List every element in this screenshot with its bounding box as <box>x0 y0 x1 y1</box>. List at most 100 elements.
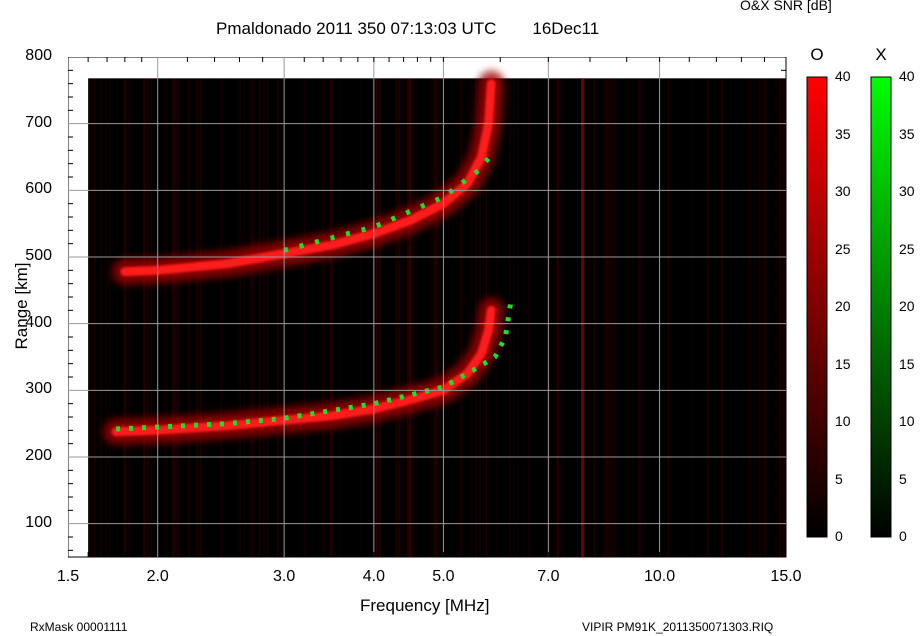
noise-streak <box>199 78 202 557</box>
plot-area <box>68 57 892 558</box>
noise-streak <box>318 78 320 557</box>
colorbar-o <box>806 76 828 538</box>
x-tick-label: 4.0 <box>362 568 385 585</box>
colorbar-tick-label: 20 <box>835 298 851 314</box>
noise-streak <box>243 78 245 557</box>
noise-streak <box>166 78 168 557</box>
colorbar-tick-label: 5 <box>835 470 843 487</box>
noise-streak <box>750 78 752 557</box>
noise-streak <box>721 78 724 557</box>
noise-streak <box>716 78 719 557</box>
x-tick-label: 2.0 <box>146 568 169 585</box>
noise-streak <box>409 78 411 557</box>
rx-mask-label: RxMask 00001111 <box>30 620 128 634</box>
colorbar-tick-label: 35 <box>835 125 851 142</box>
noise-streak <box>516 78 518 557</box>
noise-streak <box>183 78 185 557</box>
noise-streak <box>99 78 102 557</box>
noise-streak <box>428 78 431 557</box>
noise-streak <box>276 78 280 557</box>
colorbar-tick-label: 35 <box>899 125 915 142</box>
noise-streak <box>759 78 761 557</box>
noise-streak <box>286 78 289 557</box>
noise-streak <box>588 78 590 557</box>
x-tick-label: 3.0 <box>273 568 296 585</box>
noise-streak <box>204 78 208 557</box>
x-tick-label: 10.0 <box>643 568 676 585</box>
interference-line <box>581 78 585 557</box>
noise-streak <box>708 78 710 557</box>
noise-streak <box>359 78 362 557</box>
colorbar-title: O&X SNR [dB] <box>740 0 832 13</box>
colorbar-tick-label: 25 <box>899 240 915 257</box>
noise-streak <box>90 78 92 557</box>
x-tick-label: 1.5 <box>56 568 80 585</box>
colorbar-tick-label: 25 <box>835 240 851 257</box>
noise-streak <box>691 78 693 557</box>
noise-streak <box>266 78 269 557</box>
noise-streak <box>431 78 434 557</box>
colorbar-x <box>870 76 892 538</box>
colorbar-tick-label: 15 <box>835 355 851 372</box>
colorbar-tick-label: 30 <box>835 183 851 199</box>
noise-streak <box>127 78 130 557</box>
noise-streak <box>705 78 707 557</box>
noise-streak <box>557 78 560 557</box>
colorbar-tick-label: 0 <box>835 528 843 544</box>
x-axis-label: Frequency [MHz] <box>360 596 490 615</box>
noise-streak <box>459 78 463 557</box>
x-tick-label: 15.0 <box>770 568 802 585</box>
noise-streak <box>379 78 382 557</box>
noise-streak <box>300 78 303 557</box>
noise-streak <box>176 78 180 557</box>
noise-streak <box>415 78 419 557</box>
noise-streak <box>639 78 642 557</box>
noise-streak <box>667 78 670 557</box>
noise-streak <box>523 78 526 557</box>
colorbar-tick-label: 30 <box>899 183 915 199</box>
noise-streak <box>577 78 579 557</box>
y-tick-label: 800 <box>25 47 52 64</box>
noise-streak <box>104 78 107 557</box>
noise-streak <box>596 78 599 557</box>
y-tick-label: 700 <box>25 113 52 131</box>
noise-streak <box>513 78 516 557</box>
noise-streak <box>549 78 551 557</box>
colorbar-x-title: X <box>875 45 887 64</box>
noise-streak <box>398 78 401 557</box>
noise-streak <box>150 78 152 557</box>
colorbar-tick-label: 10 <box>899 413 915 429</box>
noise-streak <box>776 78 778 557</box>
noise-streak <box>627 78 630 557</box>
noise-streak <box>528 78 530 557</box>
noise-streak <box>148 78 150 557</box>
noise-streak <box>757 78 759 557</box>
noise-streak <box>88 78 91 557</box>
noise-streak <box>594 78 596 557</box>
noise-streak <box>713 78 715 557</box>
colorbar-tick-label: 15 <box>899 355 915 372</box>
noise-streak <box>376 78 379 557</box>
noise-streak <box>543 78 546 557</box>
heatmap-layer <box>88 70 786 557</box>
noise-streak <box>108 78 110 557</box>
noise-streak <box>616 78 619 557</box>
noise-streak <box>164 78 166 557</box>
noise-streak <box>763 78 767 557</box>
noise-streak <box>322 78 325 557</box>
noise-streak <box>560 78 562 557</box>
colorbar-tick-label: 20 <box>899 298 915 314</box>
noise-streak <box>330 78 333 557</box>
noise-streak <box>188 78 191 557</box>
noise-streak <box>412 78 416 557</box>
noise-streak <box>238 78 241 557</box>
noise-streak <box>143 78 146 557</box>
noise-streak <box>172 78 175 557</box>
colorbar-tick-label: 0 <box>899 528 907 544</box>
x-tick-label: 5.0 <box>432 568 455 585</box>
colorbar-tick-label: 5 <box>899 470 907 487</box>
title-text: Pmaldonado 2011 350 07:13:03 UTC <box>216 19 497 38</box>
noise-streak <box>609 78 612 557</box>
noise-streak <box>220 78 223 557</box>
title-date: 16Dec11 <box>532 19 600 38</box>
